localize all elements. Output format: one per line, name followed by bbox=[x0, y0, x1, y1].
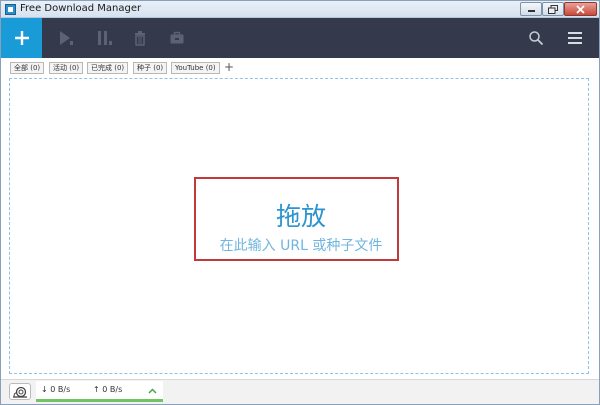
move-button[interactable] bbox=[167, 28, 187, 48]
delete-button[interactable] bbox=[130, 28, 150, 48]
trash-icon bbox=[135, 31, 145, 46]
add-tab-button[interactable]: + bbox=[223, 61, 235, 73]
status-bar: ↓ 0 B/s ↑ 0 B/s bbox=[1, 379, 599, 404]
filter-tabs: 全部 (0) 活动 (0) 已完成 (0) 种子 (0) YouTube (0)… bbox=[1, 58, 599, 76]
speed-panel: ↓ 0 B/s ↑ 0 B/s bbox=[36, 381, 163, 402]
toolbar bbox=[1, 18, 599, 58]
play-icon bbox=[60, 31, 73, 45]
hamburger-menu-icon bbox=[568, 32, 582, 44]
tab-completed[interactable]: 已完成 (0) bbox=[87, 62, 129, 74]
download-speed: ↓ 0 B/s bbox=[41, 385, 71, 394]
tab-all[interactable]: 全部 (0) bbox=[10, 62, 45, 74]
chevron-up-icon bbox=[147, 388, 157, 394]
app-logo-icon bbox=[5, 4, 16, 15]
plus-icon bbox=[14, 31, 29, 45]
restore-icon bbox=[548, 4, 558, 14]
pause-icon bbox=[98, 31, 112, 45]
minimize-icon bbox=[527, 10, 535, 12]
close-icon bbox=[576, 4, 585, 14]
minimize-button[interactable] bbox=[520, 2, 542, 16]
pause-button[interactable] bbox=[95, 28, 115, 48]
drop-hint: 在此输入 URL 或种子文件 bbox=[219, 238, 383, 254]
expand-status-button[interactable] bbox=[146, 385, 158, 397]
maximize-button[interactable] bbox=[542, 2, 564, 16]
search-icon bbox=[529, 31, 544, 46]
tab-torrents[interactable]: 种子 (0) bbox=[133, 62, 168, 74]
close-button[interactable] bbox=[564, 2, 597, 16]
resume-button[interactable] bbox=[56, 28, 76, 48]
upload-speed: ↑ 0 B/s bbox=[93, 385, 123, 394]
search-button[interactable] bbox=[526, 28, 546, 48]
window-title: Free Download Manager bbox=[20, 3, 142, 14]
drop-title: 拖放 bbox=[275, 202, 326, 231]
app-window: Free Download Manager 全部 (0) 活动 (0) 已完成 … bbox=[0, 0, 600, 405]
title-bar: Free Download Manager bbox=[1, 1, 599, 18]
snail-icon bbox=[13, 386, 27, 398]
tab-youtube[interactable]: YouTube (0) bbox=[171, 62, 220, 74]
add-download-button[interactable] bbox=[1, 18, 42, 58]
briefcase-icon bbox=[170, 31, 184, 44]
speed-limit-button[interactable] bbox=[9, 383, 31, 400]
tab-active[interactable]: 活动 (0) bbox=[49, 62, 84, 74]
menu-button[interactable] bbox=[565, 28, 585, 48]
